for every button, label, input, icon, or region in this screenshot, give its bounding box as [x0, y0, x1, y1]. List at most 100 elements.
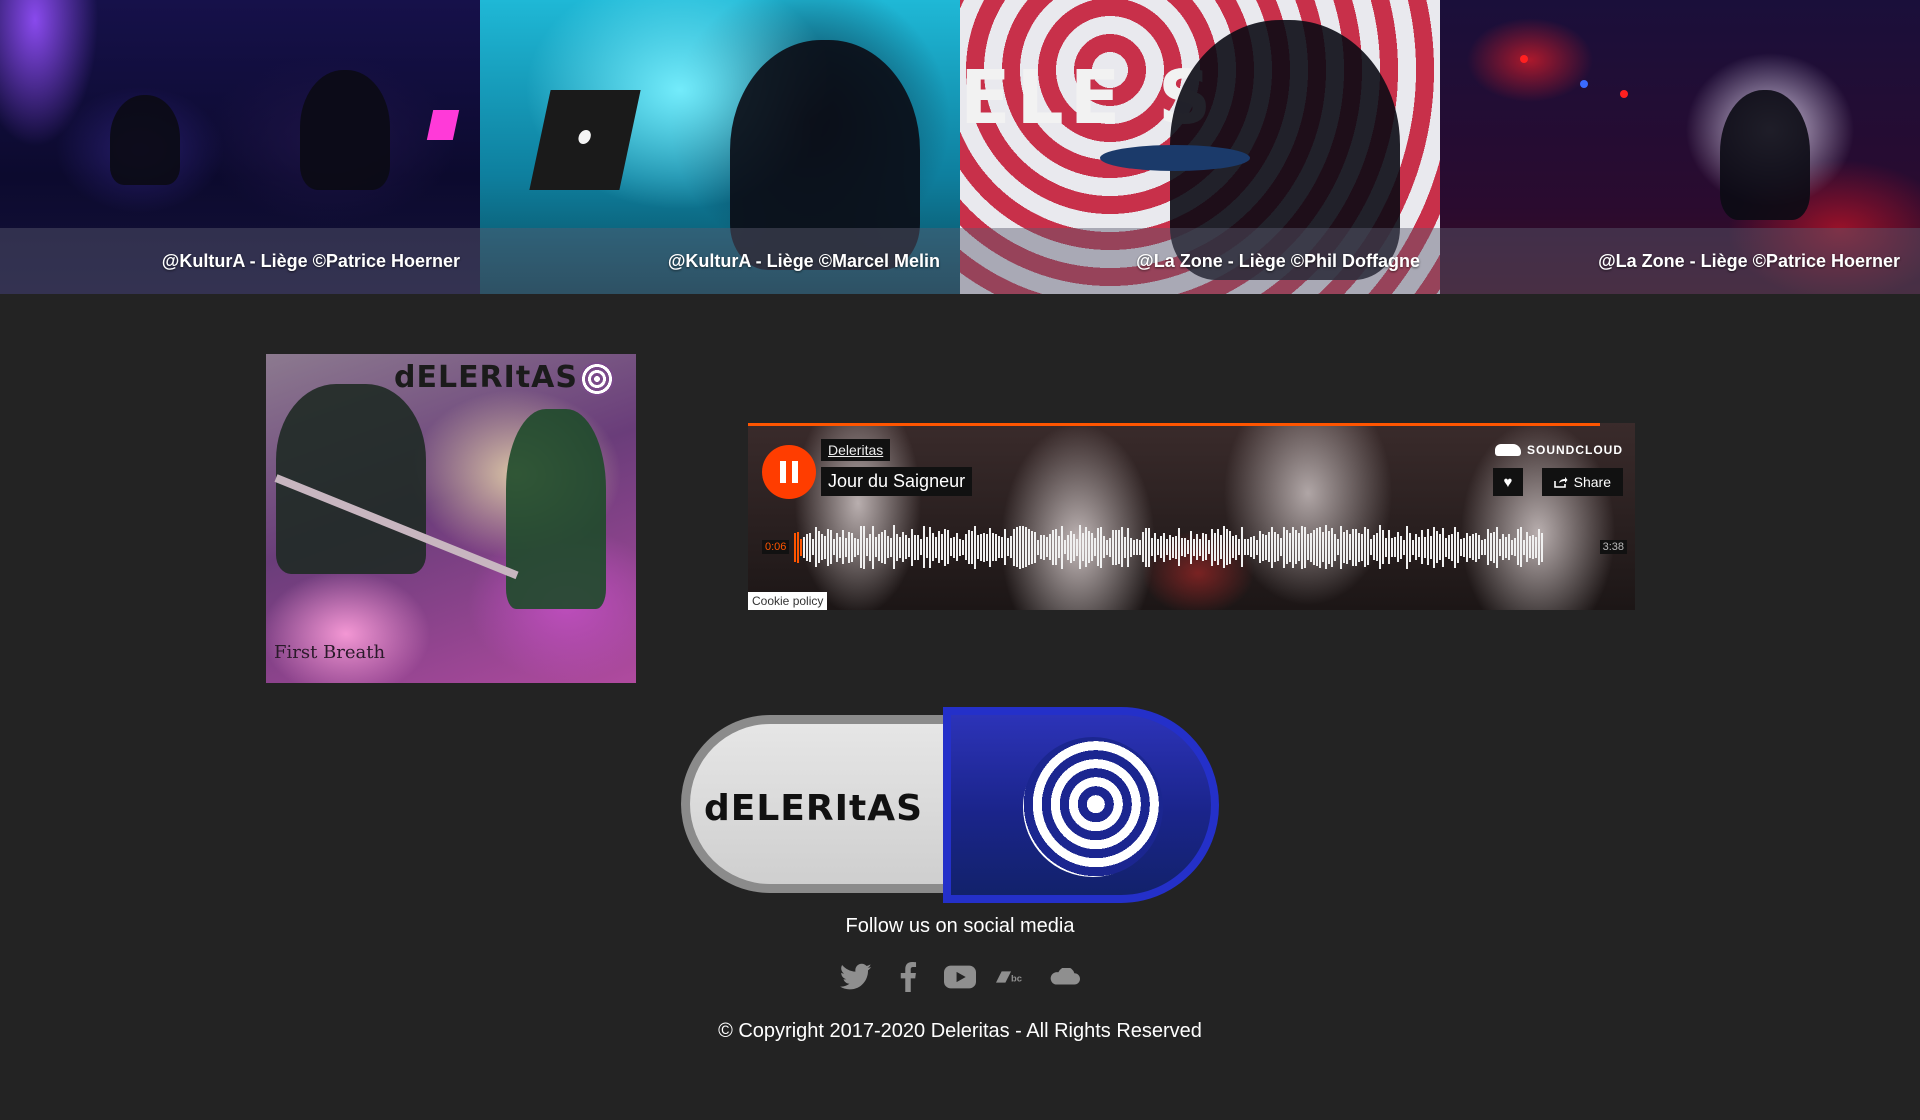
gallery-photo[interactable]: @La Zone - Liège ©Patrice Hoerner [1440, 0, 1920, 294]
heart-icon: ♥ [1503, 473, 1513, 491]
cookie-policy-link[interactable]: Cookie policy [748, 592, 828, 610]
waveform-bar [1178, 528, 1180, 566]
waveform-bar [1337, 539, 1339, 555]
waveform-bar [1412, 539, 1414, 555]
waveform-bar [896, 533, 898, 561]
waveform-bar [881, 531, 883, 563]
album-title: First Breath [274, 642, 386, 663]
waveform-bar [1514, 538, 1516, 556]
waveform-bar [1430, 535, 1432, 559]
waveform-bar [1490, 533, 1492, 561]
waveform-bar [797, 531, 799, 563]
waveform-bar [1496, 526, 1498, 568]
waveform-bar [1397, 532, 1399, 562]
waveform-bar [1370, 539, 1372, 555]
waveform-bar [833, 539, 835, 555]
waveform-bar [1283, 526, 1285, 568]
pause-button[interactable] [762, 445, 816, 499]
waveform-bar [998, 536, 1000, 558]
waveform-bar [1526, 532, 1528, 562]
waveform-bar [1256, 539, 1258, 555]
waveform-bar [1478, 535, 1480, 559]
waveform-bar [902, 532, 904, 562]
waveform-bar [1424, 536, 1426, 558]
waveform-bar [1529, 536, 1531, 558]
share-label: Share [1573, 474, 1611, 490]
track-title[interactable]: Jour du Saigneur [821, 467, 973, 496]
waveform-bar [1292, 526, 1294, 568]
waveform-bar [854, 537, 856, 557]
waveform-bar [956, 533, 958, 561]
gallery-photo[interactable]: @KulturA - Liège ©Marcel Melin [480, 0, 960, 294]
waveform-bar [1487, 529, 1489, 565]
logo-text: dELERItAS [704, 788, 924, 829]
waveform-bar [1298, 533, 1300, 561]
waveform-bar [1055, 529, 1057, 565]
waveform-bar [1508, 534, 1510, 560]
waveform-bar [1073, 533, 1075, 561]
waveform-bar [1517, 529, 1519, 565]
progress-bar [748, 423, 1600, 426]
band-member-figure [276, 384, 426, 574]
waveform-bar [1466, 532, 1468, 562]
artist-link[interactable]: Deleritas [821, 439, 891, 461]
waveform-bar [1334, 533, 1336, 561]
waveform-bar [977, 535, 979, 559]
waveform-bar [1364, 527, 1366, 567]
waveform-bar [947, 530, 949, 564]
soundcloud-link[interactable] [1048, 960, 1080, 994]
waveform-bar [890, 537, 892, 557]
waveform-bar [986, 533, 988, 561]
waveform-bar [1349, 534, 1351, 560]
like-button[interactable]: ♥ [1493, 468, 1523, 496]
waveform-bar [1331, 527, 1333, 567]
spiral-icon [1023, 737, 1163, 877]
twitter-link[interactable] [840, 960, 872, 994]
waveform-bar [1004, 529, 1006, 565]
gallery-photo[interactable]: @KulturA - Liège ©Patrice Hoerner [0, 0, 480, 294]
waveform-bar [1379, 525, 1381, 569]
album-cover[interactable]: dELERItAS First Breath [266, 354, 636, 683]
waveform-bar [1154, 532, 1156, 562]
waveform[interactable] [794, 521, 1544, 573]
bandcamp-link[interactable]: bc [996, 960, 1028, 994]
waveform-bar [800, 538, 802, 556]
waveform-bar [1196, 534, 1198, 560]
waveform-bar [1445, 537, 1447, 557]
waveform-bar [1064, 540, 1066, 554]
waveform-bar [1439, 534, 1441, 560]
waveform-bar [1109, 537, 1111, 557]
youtube-link[interactable] [944, 960, 976, 994]
waveform-bar [1172, 536, 1174, 558]
waveform-bar [872, 525, 874, 569]
share-button[interactable]: Share [1541, 468, 1623, 496]
waveform-bar [905, 535, 907, 559]
waveform-bar [1403, 539, 1405, 555]
waveform-bar [1316, 528, 1318, 566]
share-icon [1553, 477, 1568, 488]
waveform-bar [1061, 525, 1063, 569]
waveform-bar [887, 536, 889, 558]
band-member-figure [506, 409, 606, 609]
waveform-bar [1166, 539, 1168, 555]
waveform-bar [1325, 525, 1327, 569]
waveform-bar [1010, 536, 1012, 558]
waveform-bar [815, 527, 817, 567]
waveform-bar [920, 539, 922, 555]
waveform-bar [1121, 527, 1123, 567]
gallery-photo[interactable]: ELE S @La Zone - Liège ©Phil Doffagne [960, 0, 1440, 294]
waveform-bar [1145, 527, 1147, 567]
waveform-bar [1433, 526, 1435, 568]
waveform-bar [1136, 539, 1138, 555]
follow-heading: Follow us on social media [845, 915, 1075, 937]
facebook-link[interactable] [892, 960, 924, 994]
waveform-bar [1277, 533, 1279, 561]
waveform-bar [1205, 534, 1207, 560]
waveform-bar [1097, 528, 1099, 566]
soundcloud-logo[interactable]: SOUNDCLOUD [1495, 443, 1623, 457]
waveform-bar [1367, 529, 1369, 565]
album-band-name: dELERItAS [393, 360, 578, 395]
waveform-bar [1238, 539, 1240, 555]
waveform-bar [1133, 539, 1135, 555]
waveform-bar [1493, 531, 1495, 563]
